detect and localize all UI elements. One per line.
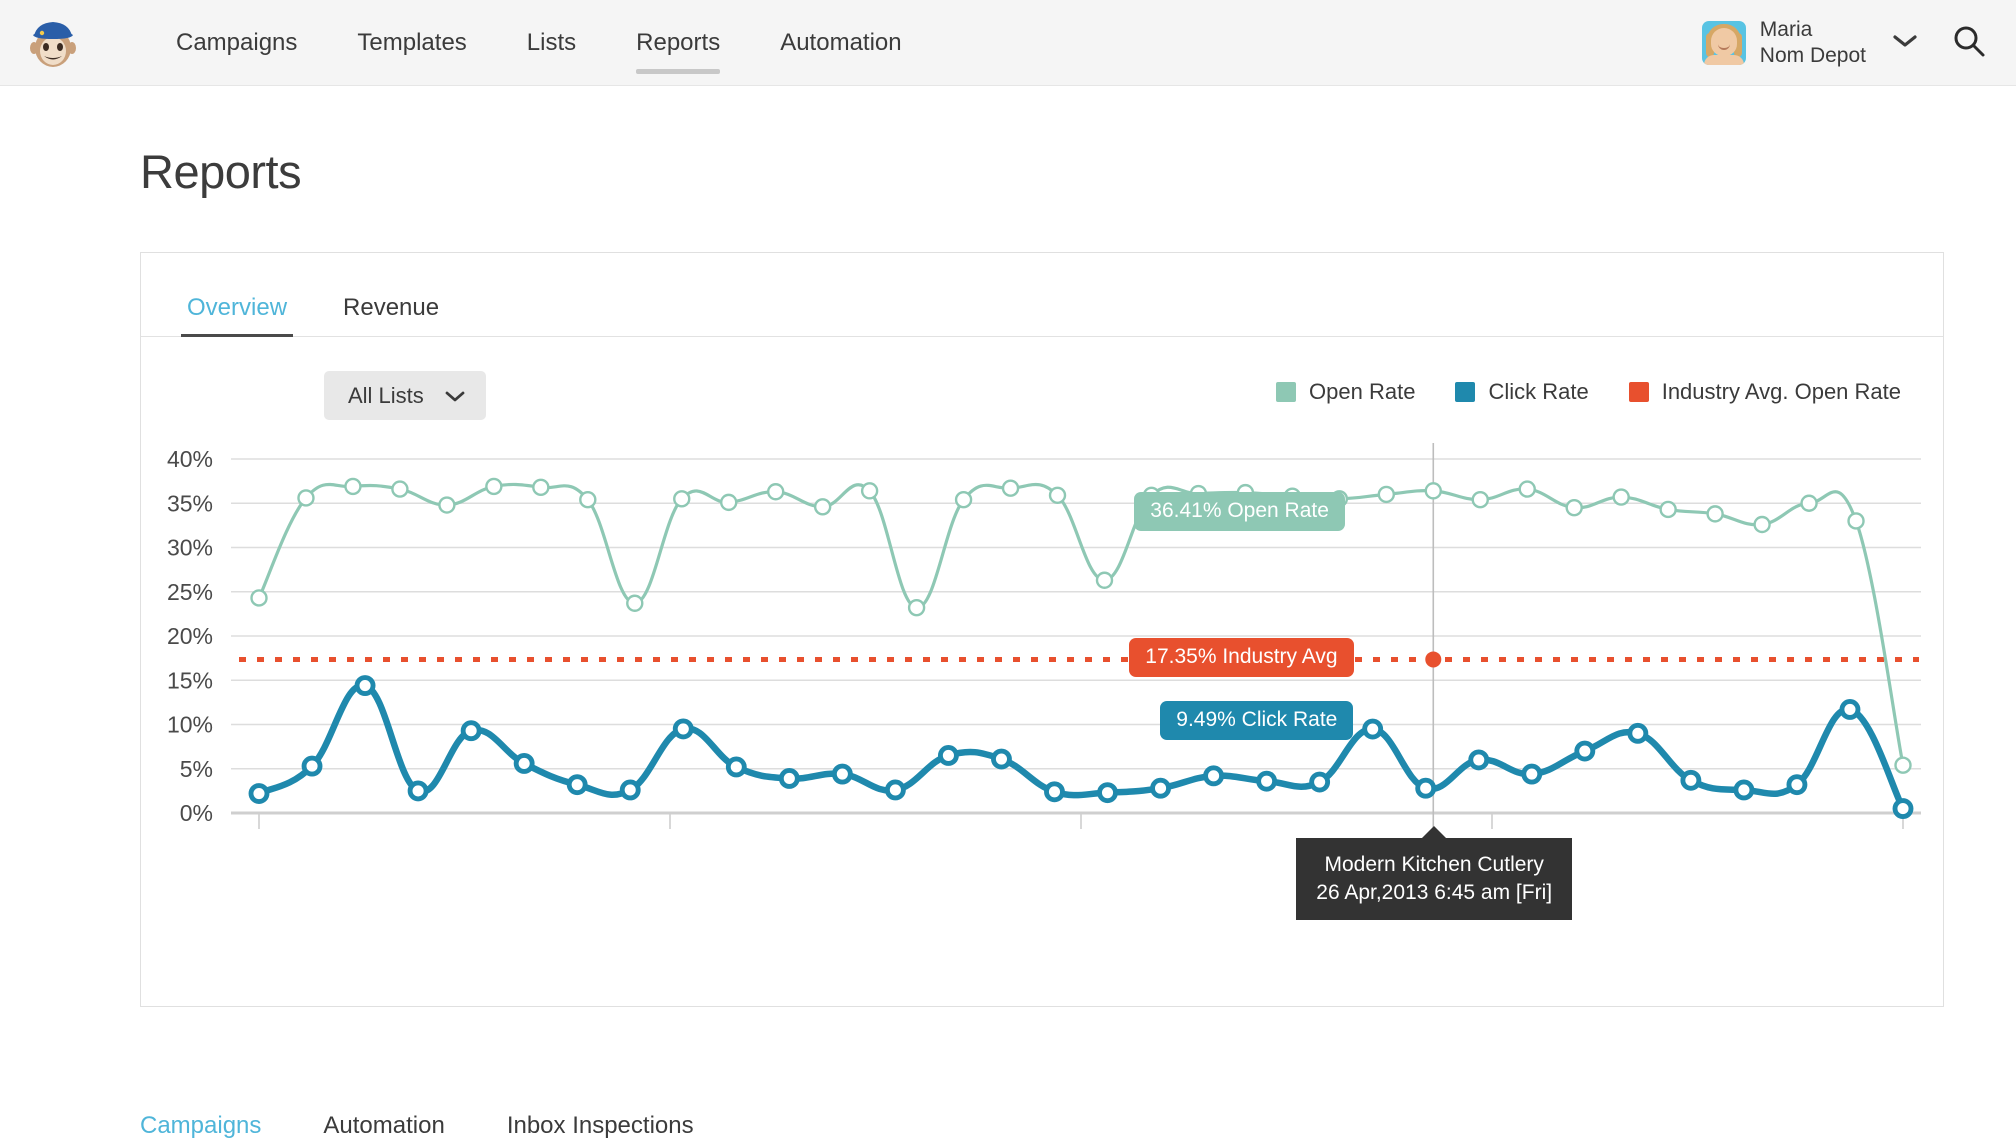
card-tabs: Overview Revenue xyxy=(141,285,1943,337)
avatar[interactable] xyxy=(1701,21,1746,65)
legend-label-open-rate: Open Rate xyxy=(1309,379,1416,404)
legend-item-open-rate[interactable]: Open Rate xyxy=(1276,379,1415,405)
legend-swatch-industry-avg xyxy=(1628,382,1649,402)
campaign-hover-tooltip: Modern Kitchen Cutlery 26 Apr,2013 6:45 … xyxy=(1296,826,1573,921)
svg-text:35%: 35% xyxy=(167,490,213,516)
bottom-tab-inbox-inspections[interactable]: Inbox Inspections xyxy=(507,1112,694,1140)
chevron-down-icon[interactable] xyxy=(1892,33,1918,54)
tooltip-campaign-date: 26 Apr,2013 6:45 am [Fri] xyxy=(1316,880,1553,904)
legend-label-industry-avg: Industry Avg. Open Rate xyxy=(1661,379,1901,404)
all-lists-dropdown[interactable]: All Lists xyxy=(324,371,486,420)
nav-item-automation[interactable]: Automation xyxy=(750,0,931,86)
page-title: Reports xyxy=(140,145,302,198)
tooltip-arrow-icon xyxy=(1422,826,1447,838)
svg-text:20%: 20% xyxy=(167,623,213,649)
svg-text:15%: 15% xyxy=(167,667,213,693)
legend-item-industry-avg[interactable]: Industry Avg. Open Rate xyxy=(1628,379,1901,405)
chevron-down-icon xyxy=(444,389,466,403)
svg-text:10%: 10% xyxy=(167,712,213,738)
tab-overview[interactable]: Overview xyxy=(181,294,294,337)
page-body: Reports Overview Revenue All Lists Open … xyxy=(0,144,2016,1139)
bottom-tabs: Campaigns Automation Inbox Inspections xyxy=(140,1112,756,1140)
chart-legend: Open Rate Click Rate Industry Avg. Open … xyxy=(1236,379,1901,405)
all-lists-label: All Lists xyxy=(348,382,424,408)
tab-revenue[interactable]: Revenue xyxy=(337,294,445,336)
legend-swatch-open-rate xyxy=(1276,382,1297,402)
svg-text:25%: 25% xyxy=(167,579,213,605)
reports-overview-chart[interactable]: 0% 5% 10% 15% 20% 25% 30% 35% 40% 36.41% Open Ra… xyxy=(141,441,1943,871)
main-nav-links: Campaigns Templates Lists Reports Automa… xyxy=(146,0,932,86)
nav-item-templates[interactable]: Templates xyxy=(327,0,496,86)
svg-text:0%: 0% xyxy=(180,800,213,826)
nav-item-reports[interactable]: Reports xyxy=(606,0,750,86)
top-navigation-bar: Campaigns Templates Lists Reports Automa… xyxy=(0,0,2016,86)
search-icon[interactable] xyxy=(1952,24,1986,63)
user-account-name: Nom Depot xyxy=(1759,44,1866,67)
legend-item-click-rate[interactable]: Click Rate xyxy=(1455,379,1589,405)
legend-swatch-click-rate xyxy=(1455,382,1476,402)
nav-right-cluster: Maria Nom Depot xyxy=(1701,0,1986,86)
tooltip-industry-avg: 17.35% Industry Avg xyxy=(1129,638,1354,678)
nav-item-campaigns[interactable]: Campaigns xyxy=(146,0,327,86)
nav-item-lists[interactable]: Lists xyxy=(497,0,606,86)
user-name: Maria xyxy=(1759,17,1813,41)
chart-controls: All Lists Open Rate Click Rate Industry … xyxy=(141,361,1943,435)
bottom-tab-automation[interactable]: Automation xyxy=(323,1112,444,1140)
user-info[interactable]: Maria Nom Depot xyxy=(1760,17,1866,70)
svg-text:40%: 40% xyxy=(167,446,213,472)
chart-canvas[interactable]: 0% 5% 10% 15% 20% 25% 30% 35% 40% xyxy=(141,441,1947,871)
legend-label-click-rate: Click Rate xyxy=(1488,379,1589,404)
svg-text:5%: 5% xyxy=(180,756,213,782)
svg-text:30%: 30% xyxy=(167,535,213,561)
mailchimp-freddie-logo[interactable] xyxy=(26,16,80,70)
tooltip-click-rate: 9.49% Click Rate xyxy=(1160,700,1354,740)
bottom-tab-campaigns[interactable]: Campaigns xyxy=(140,1112,261,1140)
tooltip-open-rate: 36.41% Open Rate xyxy=(1134,492,1345,532)
reports-card: Overview Revenue All Lists Open Rate Cli… xyxy=(140,252,1944,1007)
tooltip-campaign-name: Modern Kitchen Cutlery xyxy=(1324,853,1544,876)
